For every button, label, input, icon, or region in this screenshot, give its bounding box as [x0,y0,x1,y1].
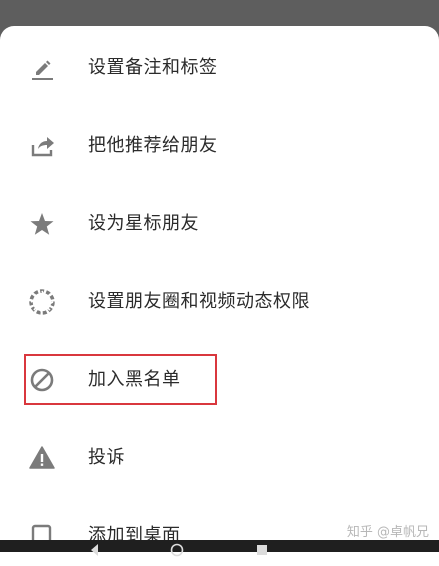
menu-item-report[interactable]: 投诉 [0,428,439,488]
contact-options-sheet: 设置备注和标签 把他推荐给朋友 设为星标朋友 设置朋友圈和视频动态权限 加入黑名… [0,26,439,566]
star-icon [28,210,56,238]
menu-item-add-to-blacklist[interactable]: 加入黑名单 [0,350,439,410]
edit-pencil-icon [28,54,56,82]
menu-item-set-remark[interactable]: 设置备注和标签 [0,38,439,98]
share-forward-icon [28,132,56,160]
home-icon[interactable] [170,542,184,557]
menu-item-recommend[interactable]: 把他推荐给朋友 [0,116,439,176]
menu-item-label: 设置朋友圈和视频动态权限 [88,291,310,312]
menu-item-label: 把他推荐给朋友 [88,135,218,156]
menu-item-label: 设置备注和标签 [88,57,218,78]
menu-item-label: 设为星标朋友 [88,213,199,234]
warning-triangle-icon [28,444,56,472]
block-circle-icon [28,366,56,394]
menu-item-star-friend[interactable]: 设为星标朋友 [0,194,439,254]
menu-item-moments-permission[interactable]: 设置朋友圈和视频动态权限 [0,272,439,332]
system-navigation-bar [0,540,439,557]
menu-item-label: 投诉 [88,447,125,468]
recent-apps-icon[interactable] [255,542,269,556]
watermark: 知乎 @卓帆兄 [346,525,429,540]
back-icon[interactable] [88,542,102,556]
moments-aperture-icon [28,288,56,316]
menu-item-label: 加入黑名单 [88,369,181,390]
menu-item-label: 添加到桌面 [88,525,181,546]
